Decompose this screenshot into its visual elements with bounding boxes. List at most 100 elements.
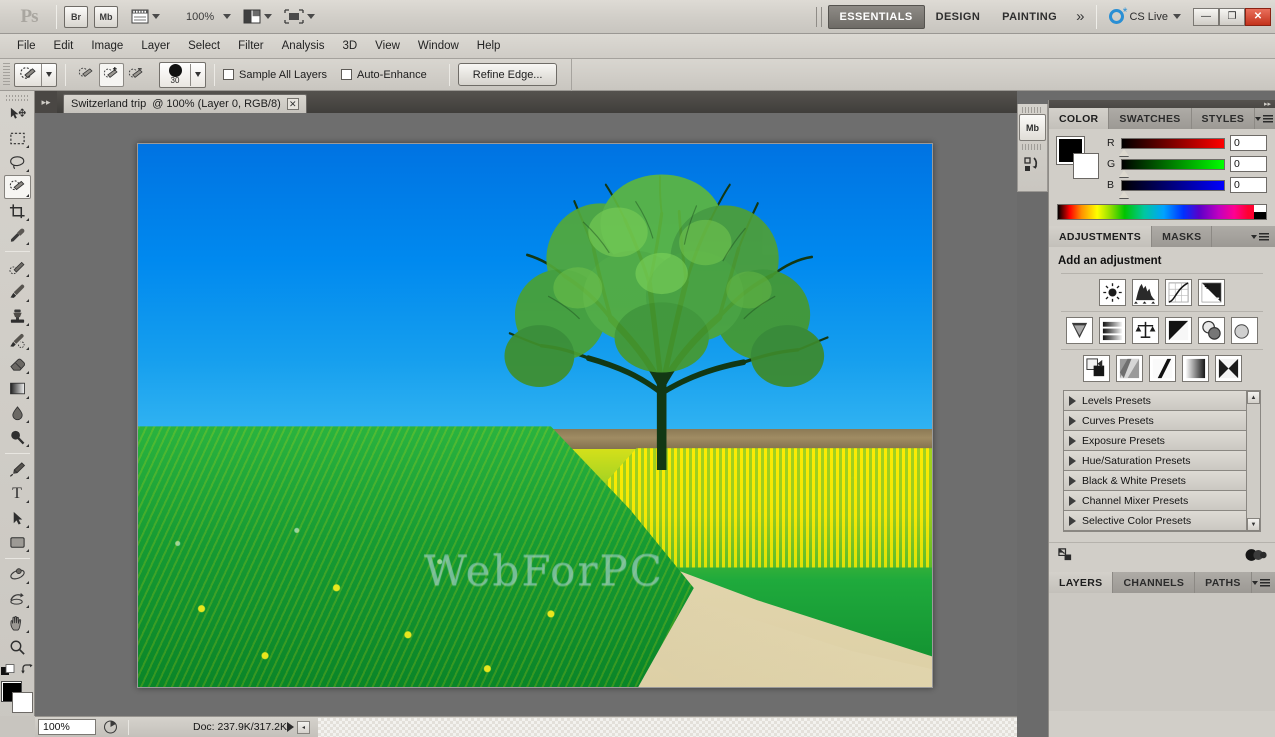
photo-filter-icon[interactable] <box>1198 317 1225 344</box>
curves-icon[interactable] <box>1165 279 1192 306</box>
adjustments-panel-menu-icon[interactable] <box>1251 233 1269 241</box>
hand-tool[interactable] <box>4 611 31 634</box>
pen-tool[interactable] <box>4 458 31 481</box>
clone-stamp-tool[interactable] <box>4 305 31 328</box>
preset-hue-saturation[interactable]: Hue/Saturation Presets <box>1064 451 1246 471</box>
expand-view-icon[interactable] <box>1057 547 1074 567</box>
view-extras-button[interactable] <box>129 5 162 29</box>
rectangular-marquee-tool[interactable] <box>4 127 31 150</box>
cs-live-button[interactable]: CS Live <box>1109 9 1181 24</box>
preset-exposure[interactable]: Exposure Presets <box>1064 431 1246 451</box>
exposure-icon[interactable] <box>1198 279 1225 306</box>
panel-background-swatch[interactable] <box>1073 153 1099 179</box>
tool-preset-picker[interactable] <box>14 63 57 87</box>
subtract-from-selection-button[interactable] <box>124 63 149 87</box>
lasso-tool[interactable] <box>4 151 31 174</box>
tab-adjustments[interactable]: ADJUSTMENTS <box>1049 226 1152 247</box>
crop-tool[interactable] <box>4 200 31 223</box>
workspace-design[interactable]: DESIGN <box>925 6 992 28</box>
presets-scroll-up-button[interactable]: ▲ <box>1247 391 1260 404</box>
preset-selective-color[interactable]: Selective Color Presets <box>1064 511 1246 531</box>
brush-picker-chevron-icon[interactable] <box>190 64 205 86</box>
3d-object-rotate-tool[interactable] <box>4 563 31 586</box>
eyedropper-tool[interactable] <box>4 224 31 247</box>
zoom-level-selector[interactable]: 100% <box>170 5 233 29</box>
path-selection-tool[interactable] <box>4 506 31 529</box>
status-menu-arrow-icon[interactable] <box>287 722 294 732</box>
dock-grip-2[interactable] <box>1022 144 1043 150</box>
document-close-icon[interactable]: ✕ <box>287 98 299 110</box>
horizontal-type-tool[interactable]: T <box>4 482 31 505</box>
zoom-input[interactable]: 100% <box>38 719 96 735</box>
workspace-essentials[interactable]: ESSENTIALS <box>828 5 925 29</box>
levels-icon[interactable] <box>1132 279 1159 306</box>
restore-button[interactable]: ❐ <box>1219 8 1245 26</box>
layers-panel-body[interactable] <box>1049 593 1275 711</box>
tool-preset-chevron-icon[interactable] <box>41 64 56 86</box>
zoom-tool[interactable] <box>4 636 31 659</box>
blue-value[interactable]: 0 <box>1230 177 1267 193</box>
collapse-panel-icon[interactable]: ▸▸ <box>35 91 57 113</box>
dock-grip-1[interactable] <box>1022 107 1043 113</box>
spectrum-gradient[interactable] <box>1058 205 1254 219</box>
preset-channel-mixer[interactable]: Channel Mixer Presets <box>1064 491 1246 511</box>
new-selection-button[interactable] <box>74 63 99 87</box>
red-slider[interactable] <box>1121 138 1225 149</box>
preset-levels[interactable]: Levels Presets <box>1064 391 1246 411</box>
menu-image[interactable]: Image <box>82 36 132 56</box>
sample-all-layers-checkbox[interactable]: Sample All Layers <box>223 69 327 81</box>
brush-picker[interactable]: 30 <box>159 62 206 88</box>
tab-swatches[interactable]: SWATCHES <box>1109 108 1191 129</box>
document-preview-icon[interactable] <box>101 719 119 735</box>
swap-colors-icon[interactable] <box>21 664 34 677</box>
rectangle-tool[interactable] <box>4 531 31 554</box>
workspace-grip[interactable] <box>816 7 822 27</box>
invert-icon[interactable] <box>1083 355 1110 382</box>
menu-file[interactable]: File <box>8 36 45 56</box>
workspace-more-button[interactable]: » <box>1068 8 1092 25</box>
eraser-tool[interactable] <box>4 353 31 376</box>
tools-panel-grip[interactable] <box>6 94 29 102</box>
blue-slider[interactable] <box>1121 180 1225 191</box>
menu-help[interactable]: Help <box>468 36 510 56</box>
brush-tool[interactable] <box>4 280 31 303</box>
green-slider-thumb[interactable] <box>1119 170 1129 177</box>
spot-healing-brush-tool[interactable] <box>4 256 31 279</box>
dock-collapse-handle[interactable]: ▸▸ <box>1049 100 1275 108</box>
selective-color-icon[interactable] <box>1215 355 1242 382</box>
hue-saturation-icon[interactable] <box>1099 317 1126 344</box>
background-color-swatch[interactable] <box>12 692 33 713</box>
3d-camera-rotate-tool[interactable] <box>4 587 31 610</box>
brightness-contrast-icon[interactable] <box>1099 279 1126 306</box>
presets-scrollbar[interactable]: ▲ ▼ <box>1246 391 1260 531</box>
color-balance-icon[interactable] <box>1132 317 1159 344</box>
menu-select[interactable]: Select <box>179 36 229 56</box>
dodge-tool[interactable] <box>4 426 31 449</box>
canvas-area[interactable]: WebForPC <box>35 113 1017 716</box>
presets-scroll-down-button[interactable]: ▼ <box>1247 518 1260 531</box>
gradient-map-icon[interactable] <box>1182 355 1209 382</box>
menu-window[interactable]: Window <box>409 36 468 56</box>
workspace-painting[interactable]: PAINTING <box>991 6 1068 28</box>
posterize-icon[interactable] <box>1116 355 1143 382</box>
gradient-tool[interactable] <box>4 377 31 400</box>
auto-enhance-checkbox[interactable]: Auto-Enhance <box>341 69 427 81</box>
menu-edit[interactable]: Edit <box>45 36 83 56</box>
red-value[interactable]: 0 <box>1230 135 1267 151</box>
launch-bridge-button[interactable]: Br <box>64 6 88 28</box>
arrange-documents-button[interactable] <box>241 5 274 29</box>
history-icon[interactable] <box>1019 151 1046 178</box>
screen-mode-button[interactable] <box>282 5 317 29</box>
menu-layer[interactable]: Layer <box>132 36 179 56</box>
menu-3d[interactable]: 3D <box>333 36 366 56</box>
green-value[interactable]: 0 <box>1230 156 1267 172</box>
black-white-icon[interactable] <box>1165 317 1192 344</box>
launch-mini-bridge-button[interactable]: Mb <box>94 6 118 28</box>
tab-layers[interactable]: LAYERS <box>1049 572 1113 593</box>
add-to-selection-button[interactable] <box>99 63 124 87</box>
document-image[interactable]: WebForPC <box>137 143 933 688</box>
menu-analysis[interactable]: Analysis <box>273 36 334 56</box>
options-bar-grip[interactable] <box>3 63 10 87</box>
red-slider-thumb[interactable] <box>1119 149 1129 156</box>
color-panel-menu-icon[interactable] <box>1255 115 1273 123</box>
